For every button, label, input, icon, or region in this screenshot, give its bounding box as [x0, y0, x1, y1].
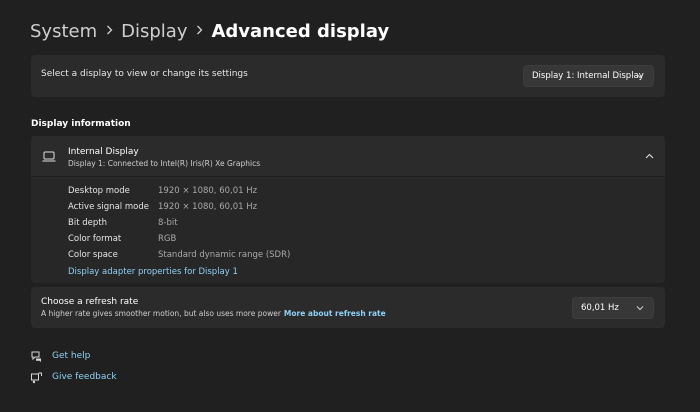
- get-help-link[interactable]: Get help: [30, 349, 90, 363]
- property-row-active-signal-mode: Active signal mode 1920 × 1080, 60,01 Hz: [68, 202, 628, 216]
- more-about-refresh-rate-link[interactable]: More about refresh rate: [284, 309, 386, 318]
- property-row-color-format: Color format RGB: [68, 234, 628, 248]
- property-value: RGB: [158, 234, 177, 244]
- breadcrumb-display[interactable]: Display: [121, 21, 187, 42]
- property-row-color-space: Color space Standard dynamic range (SDR): [68, 250, 628, 264]
- property-value: Standard dynamic range (SDR): [158, 250, 291, 260]
- property-label: Color space: [68, 250, 118, 260]
- help-chat-icon: [31, 351, 41, 362]
- display-adapter-properties-link[interactable]: Display adapter properties for Display 1: [68, 267, 238, 277]
- breadcrumb: System Display Advanced display: [30, 16, 389, 46]
- property-label: Color format: [68, 234, 122, 244]
- display-information-card: Internal Display Display 1: Connected to…: [31, 136, 665, 283]
- refresh-rate-title: Choose a refresh rate: [41, 297, 139, 307]
- feedback-icon: [31, 372, 42, 383]
- select-display-card: Select a display to view or change its s…: [31, 55, 665, 97]
- breadcrumb-system[interactable]: System: [30, 21, 97, 42]
- give-feedback-link[interactable]: Give feedback: [30, 370, 117, 384]
- property-label: Bit depth: [68, 218, 107, 228]
- display-info-expander-header[interactable]: Internal Display Display 1: Connected to…: [31, 136, 665, 177]
- display-name: Internal Display: [68, 147, 139, 157]
- chevron-down-icon: [636, 74, 644, 79]
- advanced-display-page: System Display Advanced display Select a…: [0, 0, 700, 412]
- property-row-bit-depth: Bit depth 8-bit: [68, 218, 628, 232]
- property-value: 1920 × 1080, 60,01 Hz: [158, 202, 258, 212]
- chevron-down-icon: [636, 306, 644, 311]
- display-information-heading: Display information: [31, 119, 131, 129]
- monitor-icon: [42, 151, 56, 162]
- property-value: 1920 × 1080, 60,01 Hz: [158, 186, 258, 196]
- chevron-right-icon: [187, 24, 211, 38]
- get-help-label: Get help: [52, 351, 91, 361]
- refresh-rate-description-text: A higher rate gives smoother motion, but…: [41, 309, 281, 318]
- property-label: Desktop mode: [68, 186, 130, 196]
- display-select-value: Display 1: Internal Display: [532, 71, 644, 81]
- give-feedback-label: Give feedback: [52, 372, 117, 382]
- chevron-right-icon: [97, 24, 121, 38]
- property-row-desktop-mode: Desktop mode 1920 × 1080, 60,01 Hz: [68, 186, 628, 200]
- select-display-label: Select a display to view or change its s…: [41, 69, 248, 79]
- display-connection: Display 1: Connected to Intel(R) Iris(R)…: [68, 159, 261, 168]
- display-select-dropdown[interactable]: Display 1: Internal Display: [523, 65, 654, 87]
- refresh-rate-value: 60,01 Hz: [581, 303, 619, 313]
- page-title: Advanced display: [211, 20, 390, 42]
- refresh-rate-dropdown[interactable]: 60,01 Hz: [572, 297, 654, 319]
- refresh-rate-description: A higher rate gives smoother motion, but…: [41, 309, 386, 318]
- display-info-details: Desktop mode 1920 × 1080, 60,01 Hz Activ…: [31, 178, 665, 283]
- property-value: 8-bit: [158, 218, 178, 228]
- chevron-up-icon[interactable]: [645, 152, 654, 161]
- refresh-rate-card: Choose a refresh rate A higher rate give…: [31, 287, 665, 328]
- property-label: Active signal mode: [68, 202, 149, 212]
